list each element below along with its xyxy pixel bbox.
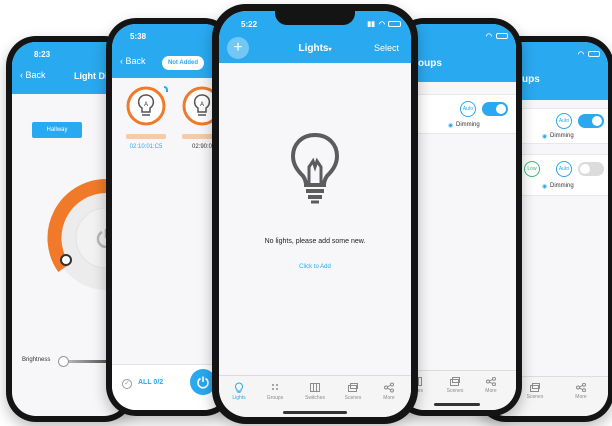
selection-count: ALL 0/2 (138, 379, 164, 386)
tab-label: Lights (232, 395, 246, 401)
bulb-icon (235, 382, 243, 393)
dimming-icon: ◉ (542, 184, 548, 190)
tab-label: Groups (266, 395, 284, 401)
tab-switches[interactable]: Switches (301, 382, 329, 401)
room-button[interactable]: Hallway (32, 122, 82, 138)
auto-badge[interactable]: Auto (556, 113, 572, 129)
dimming-icon: ◉ (542, 134, 548, 140)
check-circle-icon[interactable]: ✓ (122, 379, 132, 389)
share-icon (576, 383, 586, 392)
groups-icon (272, 384, 278, 390)
caret-down-icon: ▾ (328, 47, 332, 53)
signal-icon: ▮▮ (367, 21, 375, 28)
bulb-icon: A (126, 86, 166, 126)
power-toggle[interactable] (578, 114, 604, 128)
tab-label: Scenes (526, 394, 544, 400)
battery-icon (588, 51, 600, 57)
tab-scenes[interactable]: Scenes (520, 383, 550, 400)
page-title: oups (418, 58, 442, 69)
tab-label: Switches (304, 395, 325, 401)
tab-scenes[interactable]: Scenes (339, 382, 367, 401)
home-indicator (283, 411, 347, 414)
dimming-label: Dimming (550, 183, 574, 189)
wifi-icon: ◠ (378, 21, 385, 28)
status-time: 5:38 (130, 32, 147, 41)
tab-label: Scenes (446, 388, 464, 394)
tab-scenes[interactable]: Scenes (440, 377, 470, 394)
dimming-label: Dimming (456, 122, 480, 128)
toggle-knob (580, 164, 590, 174)
empty-message: No lights, please add some new. (264, 238, 366, 245)
wifi-icon: ◠ (577, 51, 584, 58)
device-name: 02:10:01:C5 (129, 144, 163, 150)
scenes-icon (348, 383, 358, 392)
header: 5:38 ‹ Back Not Added (112, 24, 228, 78)
page-title: ups (522, 74, 540, 85)
power-toggle[interactable] (578, 162, 604, 176)
screen: 5:38 ‹ Back Not Added A 02:10:01:C5 A 02… (112, 24, 228, 410)
battery-icon (388, 21, 401, 27)
switches-icon (310, 383, 320, 392)
share-icon (486, 377, 496, 386)
footer-bar: ✓ ALL 0/2 (112, 364, 228, 410)
wifi-icon: ◠ (485, 33, 492, 40)
dial-handle (60, 254, 72, 266)
status-time: 8:23 (34, 50, 51, 59)
tab-lights[interactable]: Lights (225, 382, 253, 401)
home-indicator (434, 403, 480, 406)
page-title: Lights (298, 43, 329, 54)
device-bar (126, 134, 166, 139)
tab-label: More (383, 395, 395, 401)
status-time: 5:22 (241, 20, 258, 29)
tab-more[interactable]: More (375, 382, 403, 401)
low-badge[interactable]: Low (524, 161, 540, 177)
share-icon (384, 382, 394, 393)
device-card[interactable]: A 02:10:01:C5 (122, 86, 170, 160)
select-button[interactable]: Select (374, 43, 399, 53)
tab-groups[interactable]: Groups (261, 382, 289, 401)
filter-pill[interactable]: Not Added (162, 56, 204, 70)
tab-label: Scenes (344, 395, 362, 401)
dimming-label: Dimming (550, 133, 574, 139)
page-title: Light Di (74, 71, 108, 81)
auto-badge[interactable]: Auto (460, 101, 476, 117)
lightbulb-icon (290, 132, 340, 204)
phone-lights: 5:22 ▮▮ ◠ + Lights▾ Select No lights, pl… (212, 4, 418, 424)
back-button[interactable]: ‹ Back (120, 56, 146, 66)
battery-icon (496, 33, 508, 39)
back-label: Back (25, 70, 46, 80)
power-toggle[interactable] (482, 102, 508, 116)
back-label: Back (125, 56, 146, 66)
back-button[interactable]: ‹ Back (20, 70, 46, 80)
brightness-label: Brightness (22, 357, 51, 363)
slider-thumb[interactable] (58, 356, 69, 367)
toggle-knob (592, 116, 602, 126)
toggle-knob (496, 104, 506, 114)
notch (275, 11, 355, 25)
tab-label: More (485, 388, 497, 394)
signal-icon (164, 86, 168, 92)
scenes-icon (530, 383, 540, 392)
power-icon (197, 376, 209, 389)
dimming-icon: ◉ (448, 123, 454, 129)
auto-badge[interactable]: Auto (556, 161, 572, 177)
chevron-left-icon: ‹ (20, 70, 23, 80)
tab-more[interactable]: More (476, 377, 506, 394)
chevron-left-icon: ‹ (120, 56, 123, 66)
scenes-icon (450, 377, 460, 386)
add-link[interactable]: Click to Add (219, 264, 411, 270)
screen: 5:22 ▮▮ ◠ + Lights▾ Select No lights, pl… (219, 11, 411, 417)
tab-label: More (575, 394, 587, 400)
tab-more[interactable]: More (566, 383, 596, 400)
